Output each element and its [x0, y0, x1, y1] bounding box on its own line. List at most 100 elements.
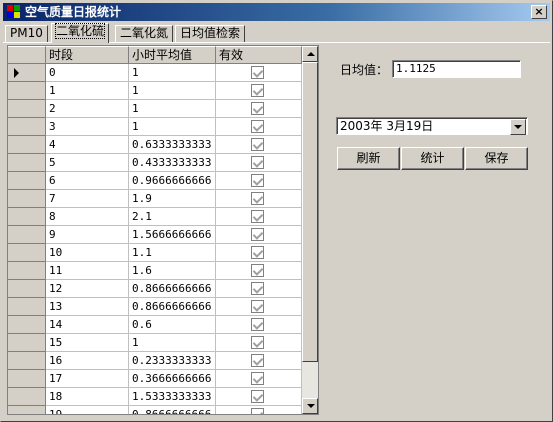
cell-hour-avg[interactable]: 1.1 — [129, 244, 216, 262]
valid-checkbox[interactable] — [251, 228, 264, 241]
cell-period[interactable]: 5 — [46, 154, 129, 172]
cell-valid[interactable] — [216, 316, 302, 334]
column-header-valid[interactable]: 有效 — [216, 46, 302, 64]
valid-checkbox[interactable] — [251, 192, 264, 205]
cell-valid[interactable] — [216, 352, 302, 370]
scroll-down-button[interactable] — [302, 398, 318, 414]
cell-hour-avg[interactable]: 0.6 — [129, 316, 216, 334]
row-header[interactable] — [8, 298, 46, 316]
cell-hour-avg[interactable]: 0.9666666666 — [129, 172, 216, 190]
cell-valid[interactable] — [216, 190, 302, 208]
valid-checkbox[interactable] — [251, 174, 264, 187]
cell-period[interactable]: 0 — [46, 64, 129, 82]
tab-so2[interactable]: 二氧化硫 — [51, 23, 110, 43]
valid-checkbox[interactable] — [251, 336, 264, 349]
cell-valid[interactable] — [216, 388, 302, 406]
table-row[interactable]: 18 1.5333333333 — [8, 388, 302, 406]
tab-daily-search[interactable]: 日均值检索 — [175, 25, 246, 42]
row-header[interactable] — [8, 244, 46, 262]
cell-hour-avg[interactable]: 1 — [129, 118, 216, 136]
row-header[interactable] — [8, 190, 46, 208]
cell-hour-avg[interactable]: 1.5333333333 — [129, 388, 216, 406]
cell-hour-avg[interactable]: 1 — [129, 100, 216, 118]
table-row[interactable]: 190.8666666666 — [8, 406, 302, 414]
cell-hour-avg[interactable]: 0.4333333333 — [129, 154, 216, 172]
valid-checkbox[interactable] — [251, 246, 264, 259]
table-row[interactable]: 17 0.3666666666 — [8, 370, 302, 388]
cell-period[interactable]: 6 — [46, 172, 129, 190]
cell-valid[interactable] — [216, 64, 302, 82]
table-row[interactable]: 10 1.1 — [8, 244, 302, 262]
valid-checkbox[interactable] — [251, 300, 264, 313]
tab-pm10[interactable]: PM10 — [5, 25, 48, 42]
cell-valid[interactable] — [216, 154, 302, 172]
data-grid[interactable]: 时段 小时平均值 有效 0 1 1 1 2 1 3 1 4 0.6333333333 5 0.4333… — [7, 45, 319, 415]
cell-period[interactable]: 14 — [46, 316, 129, 334]
row-header[interactable] — [8, 406, 46, 414]
cell-valid[interactable] — [216, 334, 302, 352]
cell-period[interactable]: 11 — [46, 262, 129, 280]
cell-period[interactable]: 3 — [46, 118, 129, 136]
cell-period[interactable]: 18 — [46, 388, 129, 406]
cell-period[interactable]: 16 — [46, 352, 129, 370]
table-row[interactable]: 5 0.4333333333 — [8, 154, 302, 172]
valid-checkbox[interactable] — [251, 354, 264, 367]
table-row[interactable]: 13 0.8666666666 — [8, 298, 302, 316]
valid-checkbox[interactable] — [251, 138, 264, 151]
row-header[interactable] — [8, 352, 46, 370]
table-row[interactable]: 15 1 — [8, 334, 302, 352]
valid-checkbox[interactable] — [251, 408, 264, 414]
valid-checkbox[interactable] — [251, 282, 264, 295]
row-header[interactable] — [8, 280, 46, 298]
table-row[interactable]: 11 1.6 — [8, 262, 302, 280]
vertical-scrollbar[interactable] — [302, 46, 318, 414]
cell-period[interactable]: 7 — [46, 190, 129, 208]
daily-avg-field[interactable]: 1.1125 — [392, 60, 521, 78]
cell-valid[interactable] — [216, 244, 302, 262]
valid-checkbox[interactable] — [251, 102, 264, 115]
column-header-hour-avg[interactable]: 小时平均值 — [129, 46, 216, 64]
cell-hour-avg[interactable]: 1 — [129, 64, 216, 82]
cell-hour-avg[interactable]: 1 — [129, 334, 216, 352]
tab-no2[interactable]: 二氧化氮 — [115, 25, 174, 42]
valid-checkbox[interactable] — [251, 84, 264, 97]
cell-period[interactable]: 13 — [46, 298, 129, 316]
cell-valid[interactable] — [216, 370, 302, 388]
table-row[interactable]: 21 — [8, 100, 302, 118]
refresh-button[interactable]: 刷新 — [337, 147, 400, 170]
table-row[interactable]: 12 0.8666666666 — [8, 280, 302, 298]
valid-checkbox[interactable] — [251, 66, 264, 79]
cell-valid[interactable] — [216, 262, 302, 280]
row-header[interactable] — [8, 208, 46, 226]
table-row[interactable]: 31 — [8, 118, 302, 136]
cell-hour-avg[interactable]: 2.1 — [129, 208, 216, 226]
row-header[interactable] — [8, 100, 46, 118]
row-header[interactable] — [8, 370, 46, 388]
cell-hour-avg[interactable]: 1.9 — [129, 190, 216, 208]
row-header[interactable] — [8, 226, 46, 244]
row-header[interactable] — [8, 334, 46, 352]
cell-hour-avg[interactable]: 1.5666666666 — [129, 226, 216, 244]
cell-valid[interactable] — [216, 100, 302, 118]
chevron-down-icon[interactable] — [510, 119, 526, 135]
row-header[interactable] — [8, 316, 46, 334]
cell-valid[interactable] — [216, 280, 302, 298]
cell-hour-avg[interactable]: 0.8666666666 — [129, 406, 216, 414]
cell-hour-avg[interactable]: 1 — [129, 82, 216, 100]
close-button[interactable]: × — [531, 5, 547, 19]
valid-checkbox[interactable] — [251, 318, 264, 331]
row-header[interactable] — [8, 172, 46, 190]
valid-checkbox[interactable] — [251, 264, 264, 277]
cell-period[interactable]: 12 — [46, 280, 129, 298]
cell-hour-avg[interactable]: 0.3666666666 — [129, 370, 216, 388]
cell-period[interactable]: 4 — [46, 136, 129, 154]
cell-period[interactable]: 17 — [46, 370, 129, 388]
scroll-thumb[interactable] — [302, 62, 318, 362]
cell-hour-avg[interactable]: 0.6333333333 — [129, 136, 216, 154]
valid-checkbox[interactable] — [251, 120, 264, 133]
table-row[interactable]: 14 0.6 — [8, 316, 302, 334]
cell-valid[interactable] — [216, 172, 302, 190]
stats-button[interactable]: 统计 — [401, 147, 464, 170]
row-header[interactable] — [8, 388, 46, 406]
valid-checkbox[interactable] — [251, 372, 264, 385]
